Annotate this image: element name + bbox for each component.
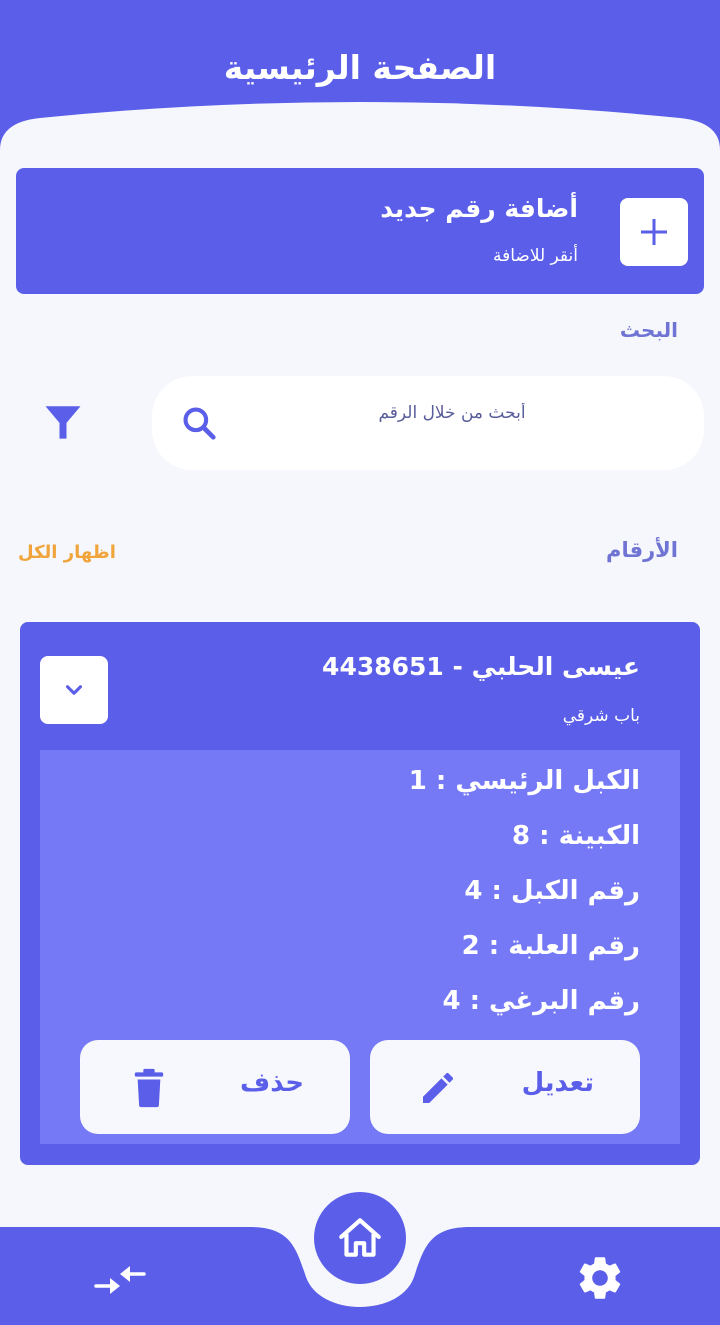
detail-main-cable: الكبل الرئيسي : 1 — [408, 766, 640, 796]
home-nav-button[interactable] — [314, 1192, 406, 1284]
chevron-down-icon — [65, 685, 83, 695]
add-number-card[interactable]: أضافة رقم جديد أنقر للاضافة — [16, 168, 704, 294]
show-all-link[interactable]: اظهار الكل — [18, 542, 116, 563]
edit-button[interactable]: تعديل — [370, 1040, 640, 1134]
search-input[interactable] — [242, 376, 662, 470]
trash-icon — [134, 1068, 164, 1108]
detail-cabinet: الكبينة : 8 — [512, 821, 640, 851]
detail-box-number: رقم العلبة : 2 — [461, 931, 640, 961]
detail-cable-number: رقم الكبل : 4 — [464, 876, 640, 906]
gear-icon[interactable] — [574, 1252, 626, 1304]
detail-screw-number: رقم البرغي : 4 — [442, 986, 640, 1016]
entry-details-panel: الكبل الرئيسي : 1 الكبينة : 8 رقم الكبل … — [40, 750, 680, 1144]
app-header: الصفحة الرئيسية — [0, 0, 720, 160]
numbers-section-label: الأرقام — [606, 538, 678, 562]
delete-button-label: حذف — [240, 1068, 304, 1098]
search-box[interactable] — [152, 376, 704, 470]
add-card-subtitle: أنقر للاضافة — [492, 246, 578, 266]
delete-button[interactable]: حذف — [80, 1040, 350, 1134]
home-icon — [339, 1218, 381, 1257]
number-entry-card: عيسى الحلبي - 4438651 باب شرقي الكبل الر… — [20, 622, 700, 1165]
page-title: الصفحة الرئيسية — [223, 48, 497, 87]
pencil-icon — [423, 1072, 454, 1103]
add-button[interactable] — [620, 198, 688, 266]
filter-icon[interactable] — [42, 400, 84, 444]
entry-title: عيسى الحلبي - 4438651 — [322, 652, 640, 681]
edit-button-label: تعديل — [521, 1068, 594, 1098]
search-section-label: البحث — [619, 318, 678, 342]
swap-icon[interactable] — [92, 1258, 148, 1302]
plus-icon — [641, 219, 667, 245]
header-curve — [0, 102, 720, 160]
entry-subtitle: باب شرقي — [562, 706, 640, 726]
expand-toggle-button[interactable] — [40, 656, 108, 724]
add-card-title: أضافة رقم جديد — [380, 194, 578, 223]
search-icon[interactable] — [180, 404, 218, 442]
